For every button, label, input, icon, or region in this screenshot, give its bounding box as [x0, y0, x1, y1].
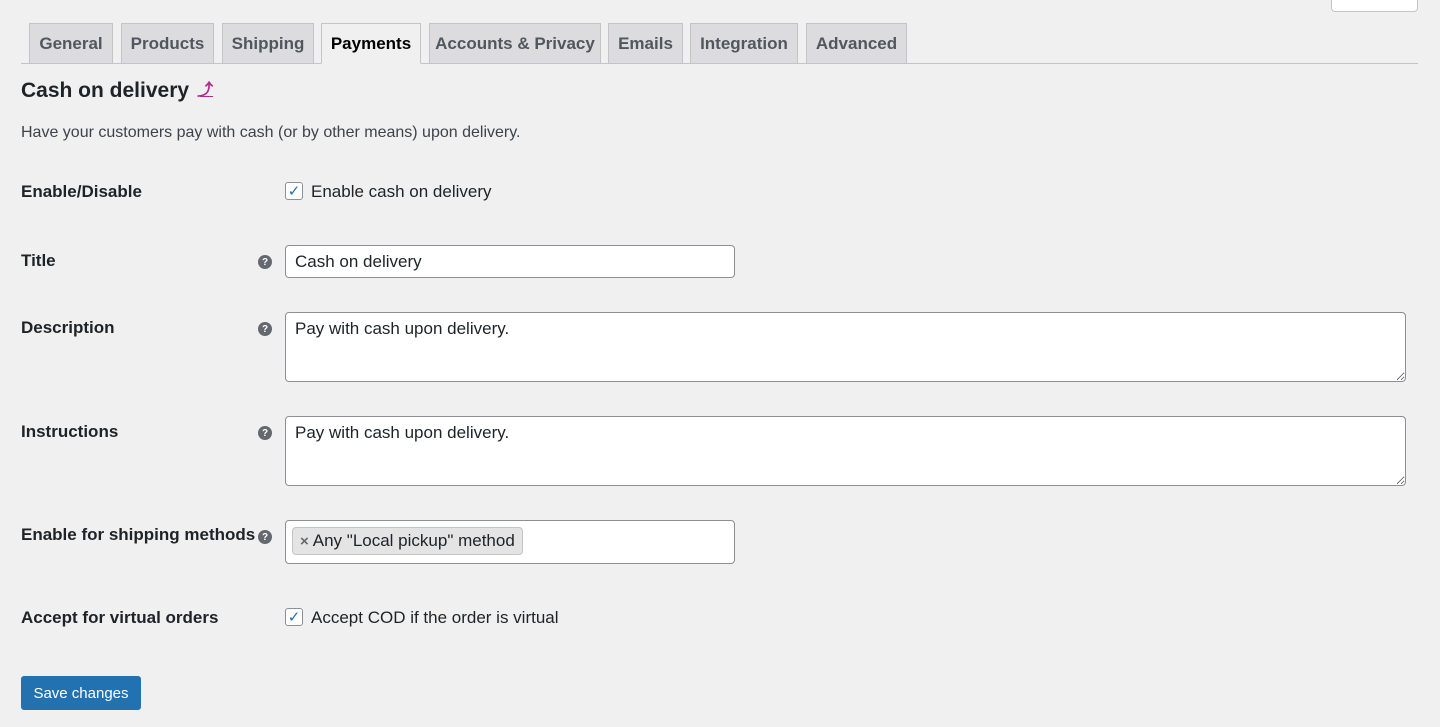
enable-cod-checkbox[interactable]: ✓ — [285, 182, 303, 200]
save-button[interactable]: Save changes — [21, 676, 141, 710]
accept-virtual-label[interactable]: Accept COD if the order is virtual — [311, 608, 559, 628]
title-input[interactable] — [285, 245, 735, 278]
tab-general[interactable]: General — [29, 23, 113, 63]
remove-chip-icon[interactable]: × — [300, 533, 309, 550]
enable-cod-label[interactable]: Enable cash on delivery — [311, 182, 492, 202]
help-tip-icon[interactable]: ? — [258, 255, 272, 269]
help-tip-icon[interactable]: ? — [258, 426, 272, 440]
shipping-methods-select[interactable]: × Any "Local pickup" method — [285, 520, 735, 564]
page-title: Cash on delivery ⤴ — [21, 79, 213, 103]
settings-tabs: General Products Shipping Payments Accou… — [21, 22, 1418, 64]
tab-products[interactable]: Products — [121, 23, 214, 63]
selected-method-chip: × Any "Local pickup" method — [292, 527, 523, 555]
page-title-text: Cash on delivery — [21, 79, 190, 102]
accept-virtual-checkbox[interactable]: ✓ — [285, 608, 303, 626]
shipping-methods-label: Enable for shipping methods — [21, 525, 256, 544]
description-label: Description — [21, 318, 115, 337]
virtual-orders-label: Accept for virtual orders — [21, 608, 219, 627]
help-tab[interactable] — [1331, 0, 1418, 12]
tab-accounts-privacy[interactable]: Accounts & Privacy — [429, 23, 601, 63]
instructions-label: Instructions — [21, 422, 119, 441]
description-textarea[interactable]: Pay with cash upon delivery. — [285, 312, 1406, 382]
instructions-textarea[interactable]: Pay with cash upon delivery. — [285, 416, 1406, 486]
chip-label: Any "Local pickup" method — [312, 531, 515, 550]
tab-emails[interactable]: Emails — [608, 23, 683, 63]
help-tip-icon[interactable]: ? — [258, 530, 272, 544]
enable-disable-label: Enable/Disable — [21, 182, 142, 201]
gateway-description: Have your customers pay with cash (or by… — [21, 124, 521, 141]
tab-shipping[interactable]: Shipping — [222, 23, 314, 63]
title-label: Title — [21, 251, 56, 270]
help-tip-icon[interactable]: ? — [258, 322, 272, 336]
tab-advanced[interactable]: Advanced — [806, 23, 907, 63]
return-up-link-icon[interactable]: ⤴ — [197, 83, 213, 99]
tab-payments[interactable]: Payments — [321, 23, 421, 64]
tab-integration[interactable]: Integration — [690, 23, 798, 63]
